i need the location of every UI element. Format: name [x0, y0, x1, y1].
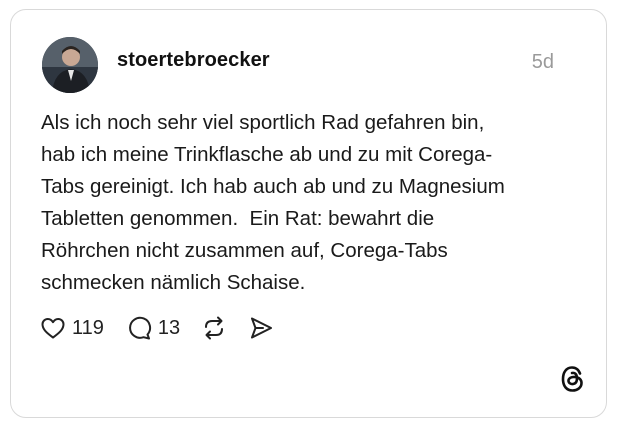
post-text-line: schmecken nämlich Schaise. [41, 271, 306, 294]
post-text-line: Tabs gereinigt. Ich hab auch ab und zu M… [41, 175, 505, 198]
post-text-line: Tabletten genommen. Ein Rat: bewahrt die [41, 207, 435, 230]
heart-icon [40, 316, 66, 340]
post-text-line: hab ich meine Trinkflasche ab und zu mit… [41, 143, 493, 166]
post-text: Als ich noch sehr viel sportlich Rad gef… [41, 107, 581, 299]
post-actions: 119 13 [40, 313, 274, 343]
avatar[interactable] [42, 37, 98, 93]
share-icon [248, 315, 274, 341]
repost-button[interactable] [200, 314, 228, 342]
threads-logo-icon [559, 364, 587, 394]
repost-icon [200, 314, 228, 342]
like-button[interactable]: 119 [40, 316, 104, 340]
reply-button[interactable]: 13 [126, 315, 180, 341]
reply-count: 13 [157, 316, 181, 339]
comment-icon [126, 315, 152, 341]
post-timestamp: 5d [531, 51, 554, 73]
post-text-line: Röhrchen nicht zusammen auf, Corega-Tabs [41, 239, 448, 262]
post-text-line: Als ich noch sehr viel sportlich Rad gef… [41, 111, 485, 134]
share-button[interactable] [248, 315, 274, 341]
username[interactable]: stoertebroecker [117, 49, 270, 72]
like-count: 119 [72, 316, 104, 339]
